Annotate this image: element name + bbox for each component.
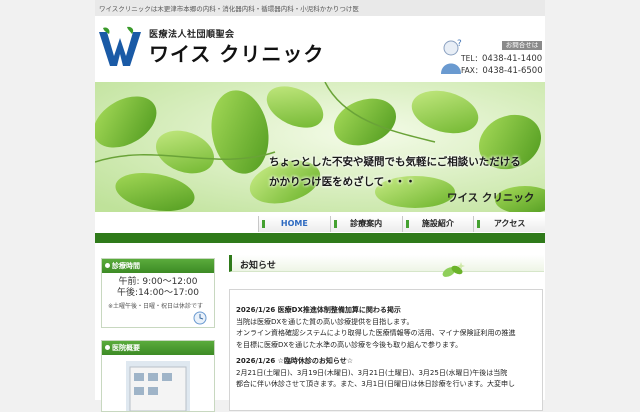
global-nav: HOME 診療案内 施設紹介 アクセス bbox=[258, 216, 545, 232]
hero-line-2: かかりつけ医をめざして・・・ bbox=[269, 176, 416, 188]
leaf-sparkle-icon bbox=[442, 262, 465, 277]
news-item-line: 2月21日(土曜日)、3月19日(木曜日)、3月21日(土曜日)、3月25日(水… bbox=[236, 368, 508, 377]
fax-line: FAX：0438-41-6500 bbox=[461, 65, 543, 76]
nav-services[interactable]: 診療案内 bbox=[329, 216, 402, 232]
news-header: お知らせ bbox=[229, 255, 544, 272]
nav-marker bbox=[262, 220, 265, 228]
clinic-name[interactable]: ワイス クリニック bbox=[149, 38, 324, 67]
nav-facilities[interactable]: 施設紹介 bbox=[401, 216, 474, 232]
fax-label: FAX： bbox=[461, 66, 483, 75]
hours-note: ※土曜午後・日曜・祝日は休診です bbox=[108, 303, 204, 310]
nav-marker bbox=[477, 220, 481, 228]
hero-banner: ちょっとした不安や疑問でも気軽にご相談いただける かかりつけ医をめざして・・・ … bbox=[95, 82, 545, 212]
tel-number[interactable]: 0438-41-1400 bbox=[482, 54, 542, 64]
page: ワイスクリニックは木更津市本郷の内科・消化器内科・循環器内科・小児科かかりつけ医… bbox=[95, 0, 545, 412]
news-item-title[interactable]: 2026/1/26 医療DX推進体制整備加算に関わる掲示 bbox=[236, 305, 536, 317]
hours-pm: 午後:14:00～17:00 bbox=[117, 288, 199, 298]
nav-access[interactable]: アクセス bbox=[473, 216, 545, 232]
clinic-logo-icon[interactable] bbox=[97, 26, 143, 68]
nav-facilities-label: 施設紹介 bbox=[421, 219, 454, 228]
hours-box: 診療時間 午前: 9:00～12:00 午後:14:00～17:00 ※土曜午後… bbox=[101, 258, 215, 328]
hours-title: 診療時間 bbox=[102, 259, 214, 273]
nav-home-label: HOME bbox=[280, 219, 308, 228]
news-item-line: 当院は医療DXを通じた質の高い診療提供を目指します。 bbox=[236, 317, 414, 326]
nav-services-label: 診療案内 bbox=[350, 219, 383, 228]
contact-badge: お問合せは bbox=[502, 41, 542, 50]
overview-box: 医院概要 bbox=[101, 340, 215, 412]
news-item-line: を目標に医療DXを通じた水準の高い診療を今後も取り組んで参ります。 bbox=[236, 340, 463, 349]
news-title: お知らせ bbox=[240, 261, 276, 271]
tel-line[interactable]: TEL：0438-41-1400 bbox=[461, 53, 542, 64]
nav-divider bbox=[95, 233, 545, 243]
nav-home[interactable]: HOME bbox=[258, 216, 330, 232]
news-item: 2026/1/26 ☆臨時休診のお知らせ☆ 2月21日(土曜日)、3月19日(木… bbox=[230, 356, 542, 391]
clock-icon bbox=[193, 311, 207, 325]
news-item-line: オンライン資格確認システムにより取得した医療情報等の活用、マイナ保険証利用の推進 bbox=[236, 329, 516, 337]
hero-message: ちょっとした不安や疑問でも気軽にご相談いただける かかりつけ医をめざして・・・ bbox=[269, 152, 521, 192]
clinic-building-image bbox=[126, 361, 190, 411]
tel-label: TEL： bbox=[461, 54, 482, 63]
top-tagline-bar: ワイスクリニックは木更津市本郷の内科・消化器内科・循環器内科・小児科かかりつけ医 bbox=[95, 0, 545, 16]
svg-text:?: ? bbox=[457, 39, 462, 49]
overview-title: 医院概要 bbox=[102, 341, 214, 355]
nav-marker bbox=[405, 220, 409, 228]
news-item: 2026/1/26 医療DX推進体制整備加算に関わる掲示 当院は医療DXを通じた… bbox=[230, 305, 542, 351]
hero-logo-text: ワイス クリニック bbox=[447, 192, 535, 204]
nav-access-label: アクセス bbox=[493, 219, 526, 228]
nav-marker bbox=[333, 220, 337, 228]
fax-number: 0438-41-6500 bbox=[482, 66, 543, 76]
hours-table: 午前: 9:00～12:00 午後:14:00～17:00 bbox=[102, 273, 214, 299]
hero-line-1: ちょっとした不安や疑問でも気軽にご相談いただける bbox=[269, 156, 521, 168]
news-item-title[interactable]: 2026/1/26 ☆臨時休診のお知らせ☆ bbox=[236, 356, 536, 368]
news-item-line: 都合に伴い休診させて頂きます。また、3月1日(日曜日)は休日診療を行います。大変… bbox=[236, 380, 515, 388]
site-tagline: ワイスクリニックは木更津市本郷の内科・消化器内科・循環器内科・小児科かかりつけ医 bbox=[99, 5, 359, 13]
news-list: 2026/1/26 医療DX推進体制整備加算に関わる掲示 当院は医療DXを通じた… bbox=[229, 289, 543, 411]
hours-am: 午前: 9:00～12:00 bbox=[118, 277, 198, 287]
